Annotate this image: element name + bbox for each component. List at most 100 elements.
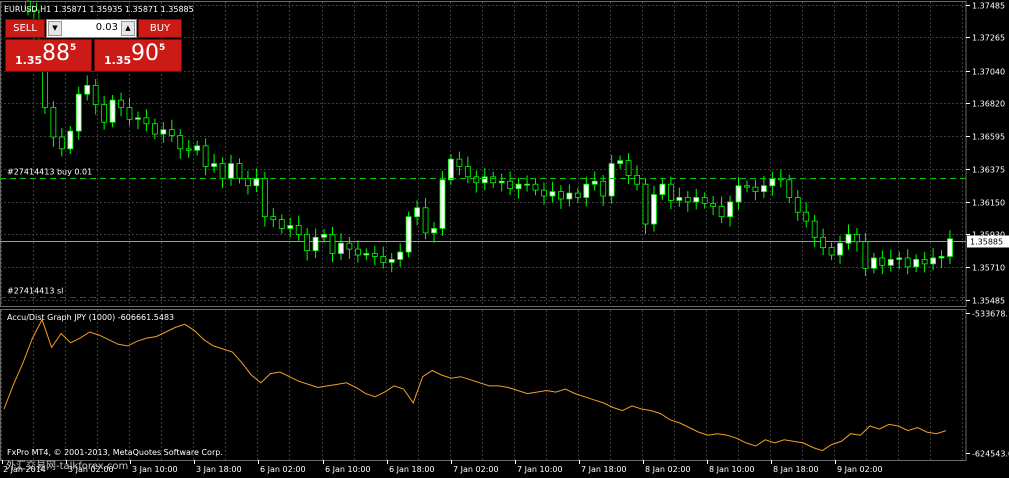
one-click-trade-panel: SELL ▼ 0.03 ▲ BUY 1.35 88 5 1.35 90 5 (5, 19, 182, 73)
candle-body (701, 197, 708, 204)
sell-price-sup: 5 (70, 43, 77, 53)
candle-body (693, 197, 700, 203)
candle-body (245, 177, 251, 187)
candle-body (591, 180, 598, 185)
candle-body (617, 160, 624, 164)
candle-body (321, 233, 327, 238)
lot-size-stepper[interactable]: ▼ 0.03 ▲ (46, 19, 137, 38)
current-price-label[interactable]: 1.35885 (970, 238, 1003, 247)
chevron-down-icon[interactable]: ▼ (48, 21, 62, 36)
candle-body (735, 185, 742, 203)
candle-body (439, 179, 446, 229)
candle-body (202, 145, 209, 167)
buy-price-prefix: 1.35 (104, 54, 132, 67)
candle-body (786, 179, 793, 198)
time-tick-label: 3 Jan 10:00 (132, 465, 178, 474)
candle-body (84, 84, 91, 95)
sell-price-big: 88 (42, 41, 70, 66)
candle-body (930, 257, 936, 265)
candle-body (431, 228, 437, 234)
price-tick-label: 1.36595 (972, 133, 1005, 142)
candle-body (870, 257, 877, 269)
candle-body (820, 236, 827, 249)
candle-body (194, 145, 201, 151)
candle-body (667, 183, 674, 201)
candle-body (354, 248, 361, 256)
candle-body (828, 247, 835, 256)
candle[interactable] (109, 94, 116, 128)
candle-body (397, 251, 404, 260)
candle-body (913, 259, 920, 268)
candle-body (481, 176, 488, 184)
candle-body (126, 107, 133, 120)
time-tick-label: 8 Jan 18:00 (773, 465, 819, 474)
candle-body (371, 253, 378, 257)
candle-body (566, 192, 573, 200)
candle-body (236, 163, 243, 179)
candle-body (642, 183, 649, 225)
candle-body (794, 197, 801, 213)
candle-body (219, 163, 226, 179)
candle-body (135, 117, 141, 120)
candle-body (50, 107, 57, 138)
candle-body (947, 238, 953, 257)
candle-body (803, 211, 810, 222)
candle-body (177, 135, 184, 150)
candle-body (464, 166, 471, 178)
sell-price-button[interactable]: 1.35 88 5 (5, 39, 92, 72)
candle-body (67, 130, 74, 150)
candle-body (278, 219, 285, 229)
candle-body (634, 174, 640, 185)
candle-body (608, 163, 615, 197)
order-label: #27414413 buy 0.01 (7, 168, 92, 177)
indicator-tick-label: -533678.1 (972, 310, 1009, 319)
candle-body (151, 123, 158, 135)
candle-body (473, 176, 480, 184)
candle-body (659, 183, 666, 195)
candle-body (811, 220, 818, 238)
candle-body (228, 163, 234, 179)
candle-body (75, 93, 82, 132)
candle[interactable] (439, 171, 446, 236)
buy-price-big: 90 (131, 41, 159, 66)
indicator-label: Accu/Dist Graph JPY (1000) -606661.5483 (7, 313, 174, 322)
buy-button[interactable]: BUY (138, 19, 182, 38)
candle-body (752, 186, 759, 192)
candle-body (625, 160, 632, 176)
candle-body (718, 205, 725, 218)
candle-body (574, 192, 581, 198)
sell-price-prefix: 1.35 (15, 54, 43, 67)
candle-body (896, 257, 903, 260)
time-tick-label: 7 Jan 02:00 (453, 465, 499, 474)
time-tick-label: 6 Jan 10:00 (325, 465, 371, 474)
candle[interactable] (405, 211, 412, 258)
candle-body (422, 207, 429, 234)
price-tick-label: 1.36820 (972, 100, 1005, 109)
candle-body (710, 202, 717, 207)
candle-body (211, 163, 217, 167)
candle-body (405, 216, 412, 253)
candle-body (363, 253, 370, 256)
price-tick-label: 1.37485 (972, 2, 1005, 11)
candle-body (676, 197, 683, 201)
candle-body (109, 99, 116, 123)
candle-body (498, 180, 505, 184)
time-tick-label: 7 Jan 18:00 (581, 465, 627, 474)
time-tick-label: 6 Jan 18:00 (389, 465, 435, 474)
buy-price-button[interactable]: 1.35 90 5 (94, 39, 182, 72)
sell-button[interactable]: SELL (5, 19, 45, 38)
lot-size-value[interactable]: 0.03 (96, 22, 118, 33)
copyright-text: FxPro MT4, © 2001-2013, MetaQuotes Softw… (7, 448, 223, 457)
candle-body (253, 177, 260, 187)
candle-body (346, 242, 353, 250)
candle-body (58, 136, 65, 150)
candle-body (287, 225, 294, 229)
time-tick-label: 7 Jan 10:00 (517, 465, 563, 474)
candle-body (329, 233, 336, 254)
chevron-up-icon[interactable]: ▲ (121, 21, 135, 36)
candle-body (270, 216, 277, 221)
price-tick-label: 1.35710 (972, 264, 1005, 273)
candle-body (837, 242, 843, 256)
candle-body (524, 183, 530, 186)
price-tick-label: 1.35485 (972, 297, 1005, 306)
